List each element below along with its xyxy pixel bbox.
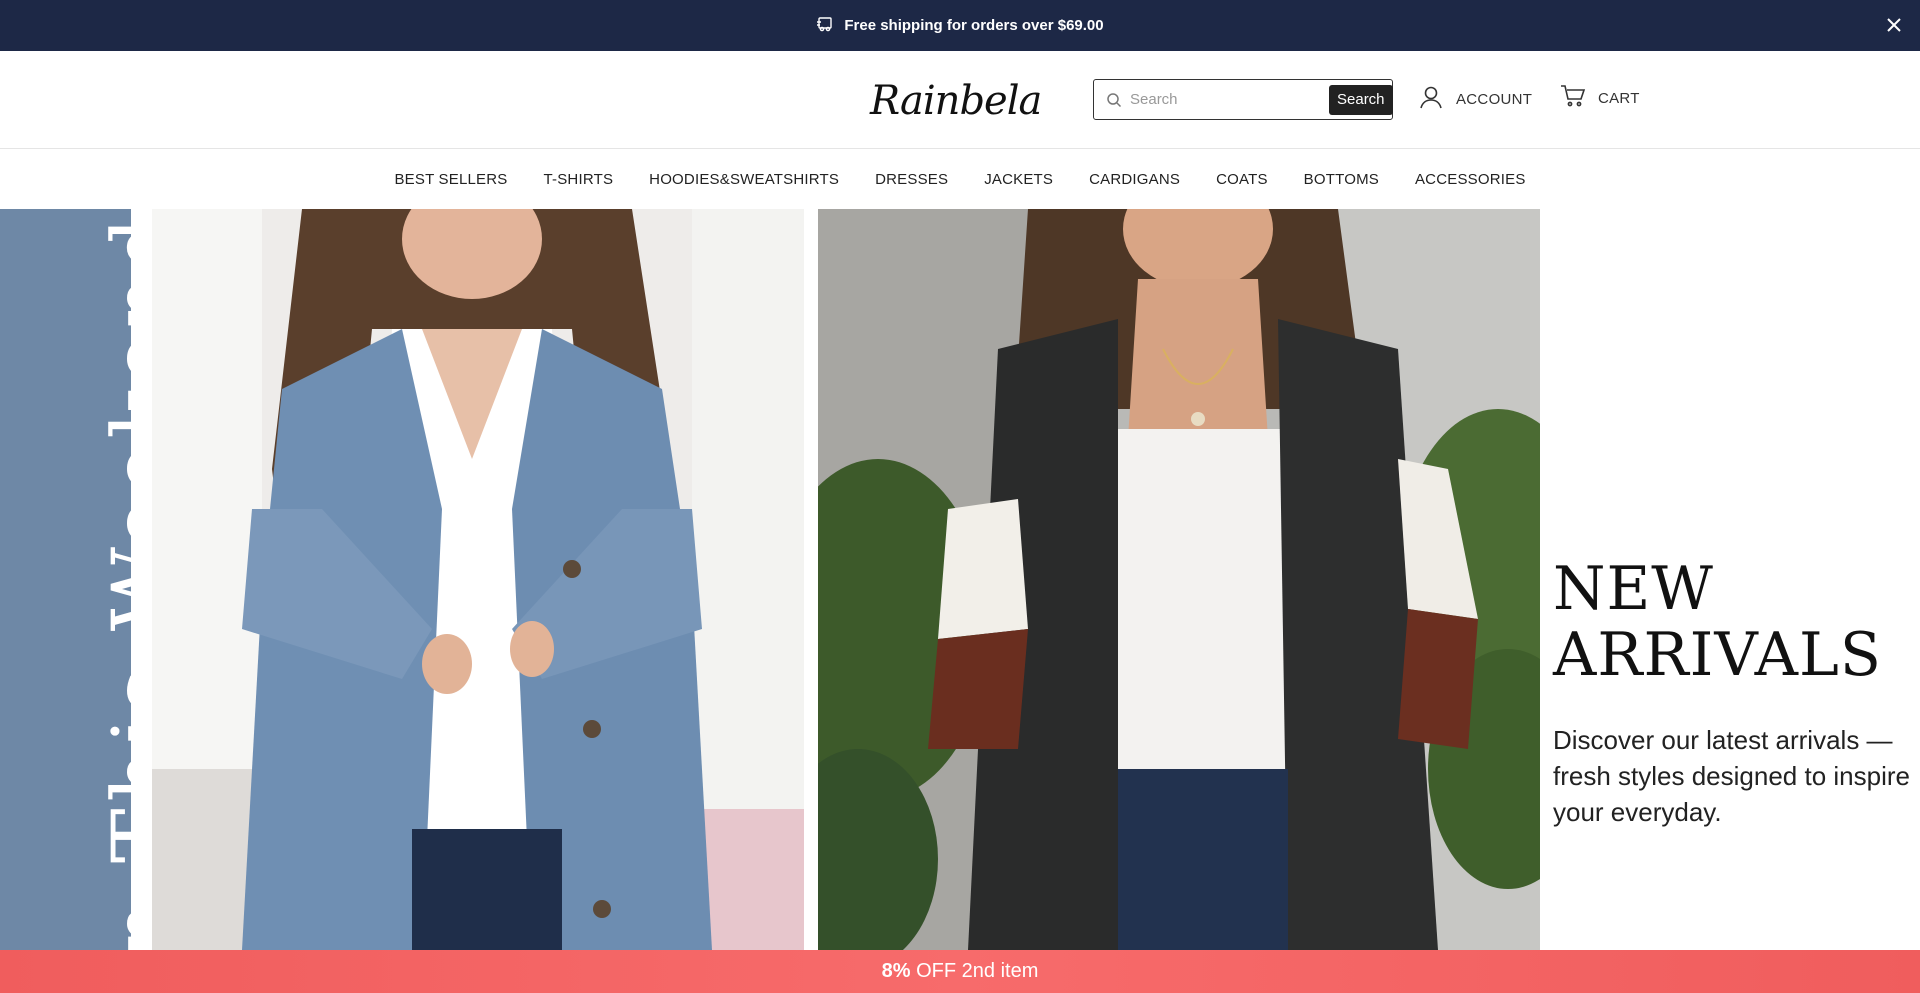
nav-item-t-shirts[interactable]: T-SHIRTS bbox=[525, 171, 631, 188]
search-icon bbox=[1106, 92, 1122, 108]
hero-heading-line1: NEW bbox=[1553, 554, 1714, 624]
nav-item-hoodies-sweatshirts[interactable]: HOODIES&SWEATSHIRTS bbox=[631, 171, 857, 188]
promo-bar[interactable]: 8% OFF 2nd item bbox=[0, 950, 1920, 993]
hero-heading-line2: ARRIVALS bbox=[1553, 620, 1882, 690]
nav-item-jackets[interactable]: JACKETS bbox=[966, 171, 1071, 188]
cart-link[interactable]: CART bbox=[1560, 84, 1640, 112]
hero-copy: NEW ARRIVALS Discover our latest arrival… bbox=[1553, 556, 1913, 830]
site-header: Rainbela Search ACCOUNT CAR bbox=[0, 51, 1920, 149]
nav-item-bottoms[interactable]: BOTTOMS bbox=[1286, 171, 1397, 188]
search-box: Search bbox=[1093, 79, 1393, 120]
logo[interactable]: Rainbela bbox=[870, 67, 1050, 135]
hero-side-stripe: n This Weekend bbox=[0, 209, 131, 950]
hero-vertical-text: n This Weekend bbox=[96, 211, 131, 950]
hero-banner[interactable]: n This Weekend bbox=[0, 209, 1920, 950]
hero-heading: NEW ARRIVALS bbox=[1553, 556, 1913, 688]
search-input[interactable] bbox=[1130, 91, 1329, 108]
nav-item-best-sellers[interactable]: BEST SELLERS bbox=[376, 171, 525, 188]
search-button[interactable]: Search bbox=[1329, 84, 1393, 115]
hero-description: Discover our latest arrivals — fresh sty… bbox=[1553, 725, 1910, 827]
announcement-text: Free shipping for orders over $69.00 bbox=[844, 17, 1104, 34]
delivery-truck-icon bbox=[816, 16, 834, 36]
hero-image-colorblock-cardigan bbox=[818, 209, 1540, 950]
nav-item-cardigans[interactable]: CARDIGANS bbox=[1071, 171, 1198, 188]
nav-item-coats[interactable]: COATS bbox=[1198, 171, 1286, 188]
announcement-content: Free shipping for orders over $69.00 bbox=[816, 16, 1104, 36]
nav-item-accessories[interactable]: ACCESSORIES bbox=[1397, 171, 1544, 188]
account-label: ACCOUNT bbox=[1456, 90, 1533, 108]
announcement-bar: Free shipping for orders over $69.00 bbox=[0, 0, 1920, 51]
promo-text: OFF 2nd item bbox=[916, 960, 1039, 982]
user-icon bbox=[1418, 84, 1444, 114]
promo-percent: 8% bbox=[881, 960, 911, 982]
cart-label: CART bbox=[1598, 89, 1640, 107]
shopping-cart-icon bbox=[1560, 84, 1586, 112]
main-nav: BEST SELLERS T-SHIRTS HOODIES&SWEATSHIRT… bbox=[0, 149, 1920, 209]
hero-image-blue-cardigan bbox=[152, 209, 804, 950]
account-link[interactable]: ACCOUNT bbox=[1418, 84, 1532, 114]
logo-text: Rainbela bbox=[870, 78, 1042, 124]
nav-item-dresses[interactable]: DRESSES bbox=[857, 171, 966, 188]
close-icon[interactable] bbox=[1882, 13, 1906, 37]
